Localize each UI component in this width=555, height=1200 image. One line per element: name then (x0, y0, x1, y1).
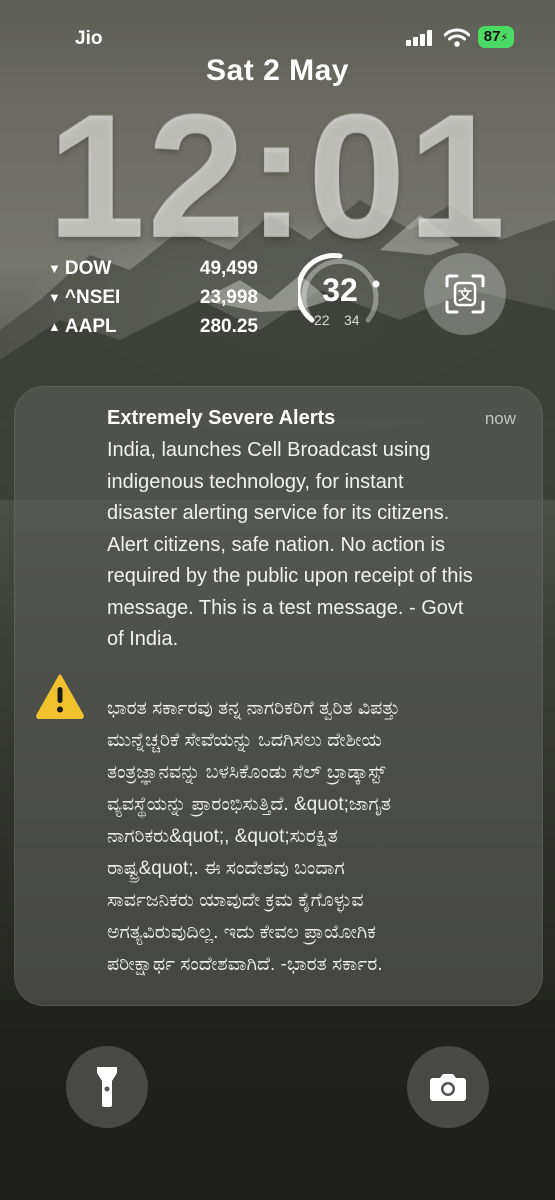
emergency-alert-notification[interactable]: Extremely Severe Alerts now India, launc… (14, 386, 543, 1006)
notification-body-english: India, launches Cell Broadcast using ind… (107, 439, 473, 650)
battery-indicator: 87⚡ (478, 26, 514, 48)
stock-row: ▲ AAPL 280.25 (48, 312, 258, 341)
stock-symbol: DOW (64, 257, 112, 279)
flashlight-icon (97, 1067, 117, 1107)
battery-level: 87 (483, 28, 501, 45)
stock-row: ▼ ^NSEI 23,998 (48, 283, 258, 312)
stock-symbol: ^NSEI (64, 286, 121, 308)
svg-text:文: 文 (458, 287, 473, 304)
notification-body-kannada: ಭಾರತ ಸರ್ಕಾರವು ತನ್ನ ನಾಗರಿಕರಿಗೆ ತ್ವರಿತ ವಿಪ… (107, 698, 401, 975)
stocks-widget[interactable]: ▼ DOW 49,499 ▼ ^NSEI 23,998 ▲ AAPL 280.25 (48, 254, 258, 341)
high-temperature: 34 (344, 312, 360, 328)
lock-screen-clock: 12:01 (47, 79, 508, 275)
stock-symbol: AAPL (64, 315, 117, 337)
notification-time: now (484, 409, 516, 428)
camera-icon (430, 1074, 466, 1101)
current-temperature: 32 (322, 272, 358, 308)
notification-title: Extremely Severe Alerts (107, 407, 336, 429)
carrier-label: Jio (75, 28, 103, 49)
wifi-icon (444, 28, 470, 47)
camera-button[interactable] (407, 1046, 489, 1128)
flashlight-button[interactable] (66, 1046, 148, 1128)
warning-icon (36, 674, 84, 719)
down-triangle-icon: ▼ (48, 261, 61, 276)
stock-value: 280.25 (199, 315, 258, 337)
down-triangle-icon: ▼ (48, 290, 61, 305)
weather-widget[interactable]: 32 22 34 (298, 250, 382, 334)
scan-translate-button[interactable]: 文 (424, 253, 506, 335)
stock-row: ▼ DOW 49,499 (48, 254, 258, 283)
stock-value: 49,499 (199, 257, 258, 279)
charging-icon: ⚡ (500, 32, 509, 44)
cellular-signal-icon (406, 30, 432, 46)
low-temperature: 22 (314, 312, 330, 328)
stock-value: 23,998 (199, 286, 258, 308)
up-triangle-icon: ▲ (48, 319, 61, 334)
translate-scan-icon: 文 (445, 274, 485, 314)
